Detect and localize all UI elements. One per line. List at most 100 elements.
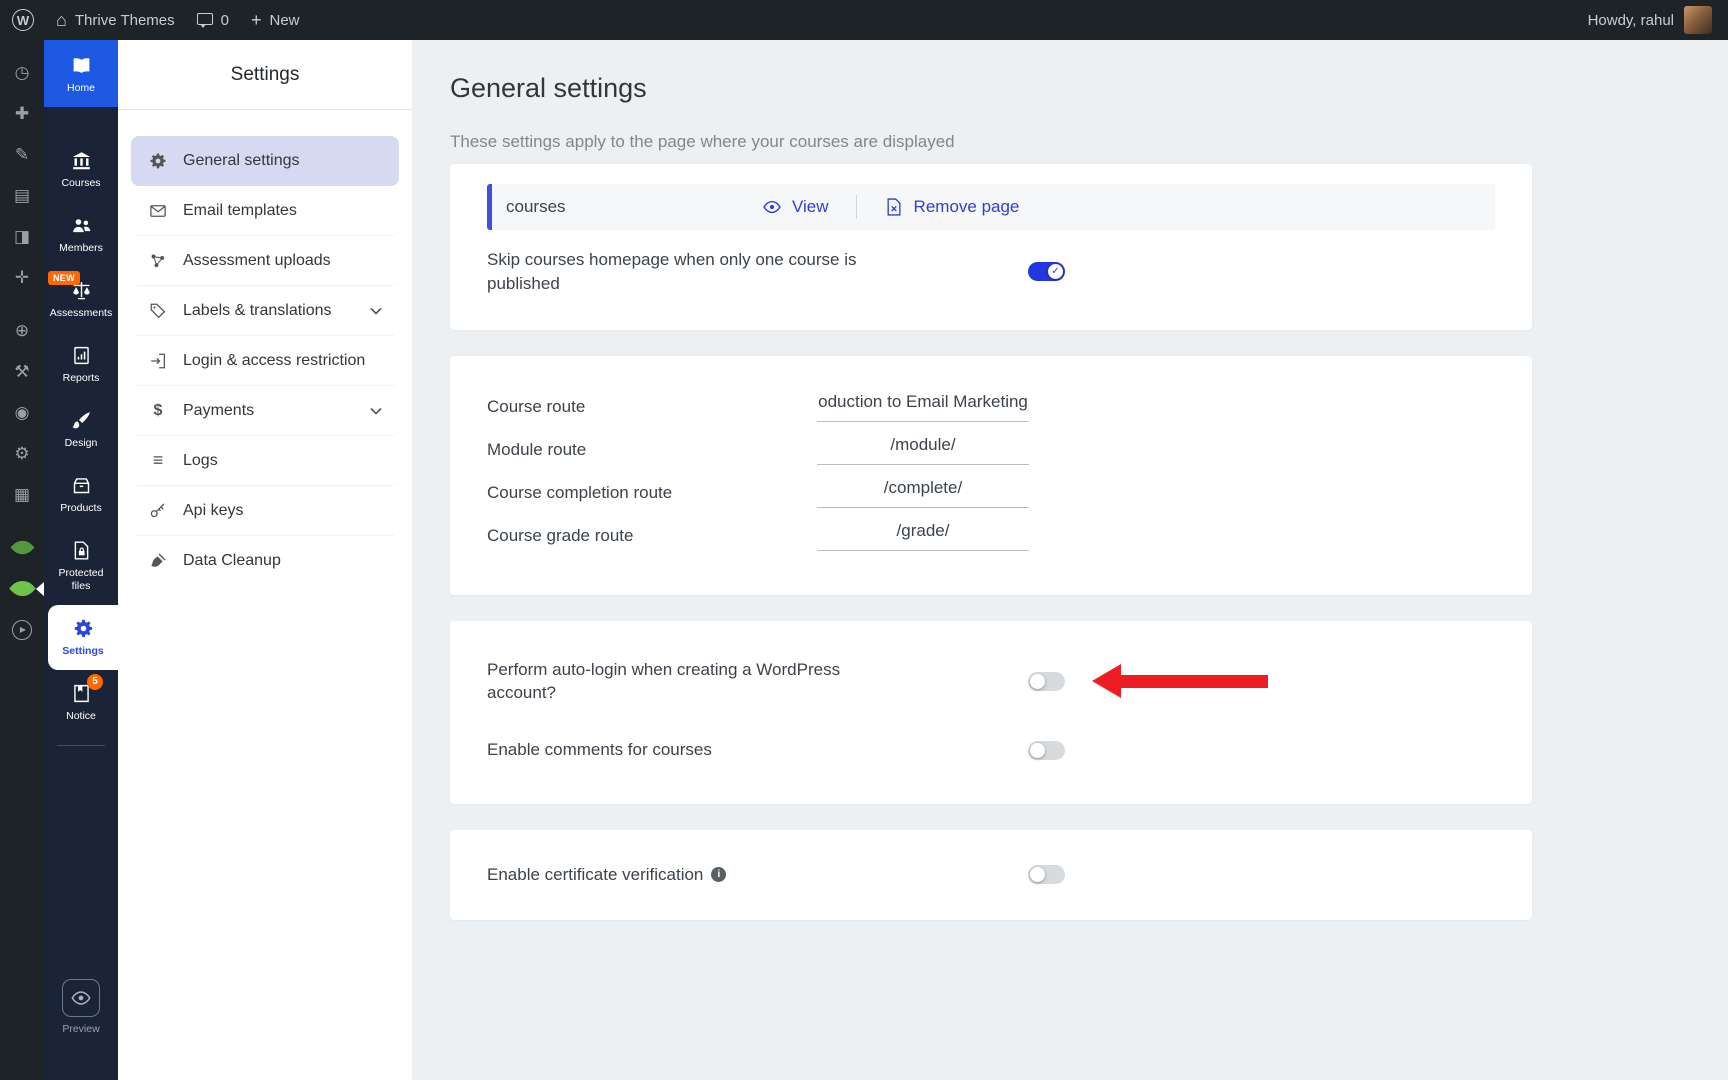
routes-card: Course route Module route Course complet… [450,355,1532,595]
sidebar-item-label: Reports [62,372,100,385]
howdy-greeting: Howdy, rahul [1587,11,1674,29]
posts-icon[interactable]: ✎ [0,134,44,175]
plugins-icon[interactable]: ⊕ [0,310,44,351]
menu-item-data-cleanup[interactable]: Data Cleanup [131,536,399,586]
course-completion-route-row: Course completion route [487,477,1495,508]
login-comments-card: Perform auto-login when creating a WordP… [450,620,1532,804]
course-grade-route-label: Course grade route [487,525,634,545]
remove-page-button[interactable]: Remove page [884,197,1020,217]
menu-item-labels-translations[interactable]: Labels & translations [131,286,399,336]
sidebar-divider [57,744,105,746]
remove-page-label: Remove page [913,197,1020,216]
view-label: View [792,197,829,216]
module-route-label: Module route [487,439,587,459]
gear-icon [148,151,168,171]
protected-files-icon [74,541,88,560]
sidebar-item-label: Assessments [49,307,113,320]
menu-item-email-templates[interactable]: Email templates [131,186,399,236]
course-grade-route-row: Course grade route [487,520,1495,551]
chevron-down-icon [370,407,382,415]
sidebar-item-label: Products [60,502,102,515]
sidebar-item-assessments[interactable]: NEW Assessments [44,267,118,332]
remove-page-icon [887,198,901,216]
sidebar-item-courses[interactable]: Courses [44,137,118,202]
sidebar-item-home[interactable]: Home [44,40,118,108]
sidebar-item-label: Preview [62,1022,100,1035]
eye-icon [763,200,781,214]
sidebar-item-notice[interactable]: 5 Notice [44,670,118,735]
site-name-link[interactable]: ⌂ Thrive Themes [56,11,175,29]
video-icon[interactable]: ▶ [0,609,44,650]
menu-item-logs[interactable]: ≡ Logs [131,436,399,486]
menu-item-label: Data Cleanup [183,552,281,569]
products-box-icon [73,478,89,494]
sidebar-item-design[interactable]: Design [44,397,118,462]
course-route-input[interactable] [817,391,1029,422]
reports-icon [73,347,89,365]
sidebar-item-label: Design [64,437,98,450]
sidebar-item-members[interactable]: Members [44,202,118,267]
comments-shortcut[interactable]: 0 [196,11,229,29]
courses-page-card: courses View Remove page Skip courses ho… [450,164,1532,330]
settings-wrench-icon[interactable]: ⚙ [0,433,44,474]
members-icon [72,219,90,233]
dashboard-icon[interactable]: ◷ [0,52,44,93]
tools-icon[interactable]: ⚒ [0,351,44,392]
auto-login-toggle[interactable] [1028,671,1065,691]
dollar-icon: $ [153,401,163,419]
menu-item-login-access-restriction[interactable]: Login & access restriction [131,336,399,386]
tag-icon [148,301,168,321]
comments-icon[interactable]: ◨ [0,216,44,257]
page-subtitle: These settings apply to the page where y… [450,132,955,151]
page-title: General settings [450,73,647,103]
course-completion-route-input[interactable] [817,477,1029,508]
course-completion-route-label: Course completion route [487,482,673,502]
thrive-apprentice-icon[interactable] [0,568,45,609]
sidebar-item-preview[interactable]: Preview [44,966,118,1048]
home-icon: ⌂ [56,10,67,30]
courses-page-row: courses View Remove page [487,184,1495,230]
sidebar-item-reports[interactable]: Reports [44,332,118,397]
sidebar-item-protected-files[interactable]: Protected files [44,527,118,604]
enable-comments-label: Enable comments for courses [487,740,712,760]
vertical-divider [855,195,857,219]
view-page-button[interactable]: View [762,197,829,217]
menu-item-label: Logs [183,451,218,469]
settings-panel-title: Settings [118,40,412,110]
login-arrow-icon [148,351,168,371]
course-grade-route-input[interactable] [817,520,1029,551]
appearance-icon[interactable]: ✛ [0,257,44,298]
users-icon[interactable]: ◉ [0,392,44,433]
arrow-shaft [1121,674,1268,688]
certificate-label: Enable certificate verification [487,864,704,884]
options-icon[interactable]: ▦ [0,474,44,515]
menu-item-assessment-uploads[interactable]: Assessment uploads [131,236,399,286]
courses-page-name: courses [506,197,566,216]
accent-bar [487,184,492,230]
user-avatar [1684,6,1712,34]
sidebar-item-products[interactable]: Products [44,462,118,527]
menu-item-general-settings[interactable]: General settings [131,136,399,186]
sidebar-item-settings[interactable]: Settings [48,604,118,670]
auto-login-setting: Perform auto-login when creating a WordP… [487,658,1495,706]
plus-icon: + [250,10,262,30]
enable-comments-toggle[interactable] [1028,740,1065,760]
wp-logo-menu[interactable]: W [12,9,34,31]
course-route-row: Course route [487,391,1495,422]
comments-count: 0 [220,11,229,29]
pages-icon[interactable]: ▤ [0,175,44,216]
certificate-setting: Enable certificate verification i [450,830,1532,920]
account-menu[interactable]: Howdy, rahul [1588,6,1712,34]
skip-homepage-toggle[interactable]: ✓ [1028,262,1065,282]
certificate-toggle[interactable] [1028,865,1065,885]
menu-item-api-keys[interactable]: Api keys [131,486,399,536]
menu-item-payments[interactable]: $ Payments [131,386,399,436]
module-route-input[interactable] [817,434,1029,465]
info-icon[interactable]: i [711,867,727,883]
menu-item-label: Api keys [183,501,244,519]
new-content-menu[interactable]: + New [251,11,300,29]
auto-login-label: Perform auto-login when creating a WordP… [487,659,841,703]
thrive-leaf-icon[interactable] [0,527,44,568]
red-arrow-annotation [1092,664,1268,699]
media-icon[interactable]: ✚ [0,93,44,134]
